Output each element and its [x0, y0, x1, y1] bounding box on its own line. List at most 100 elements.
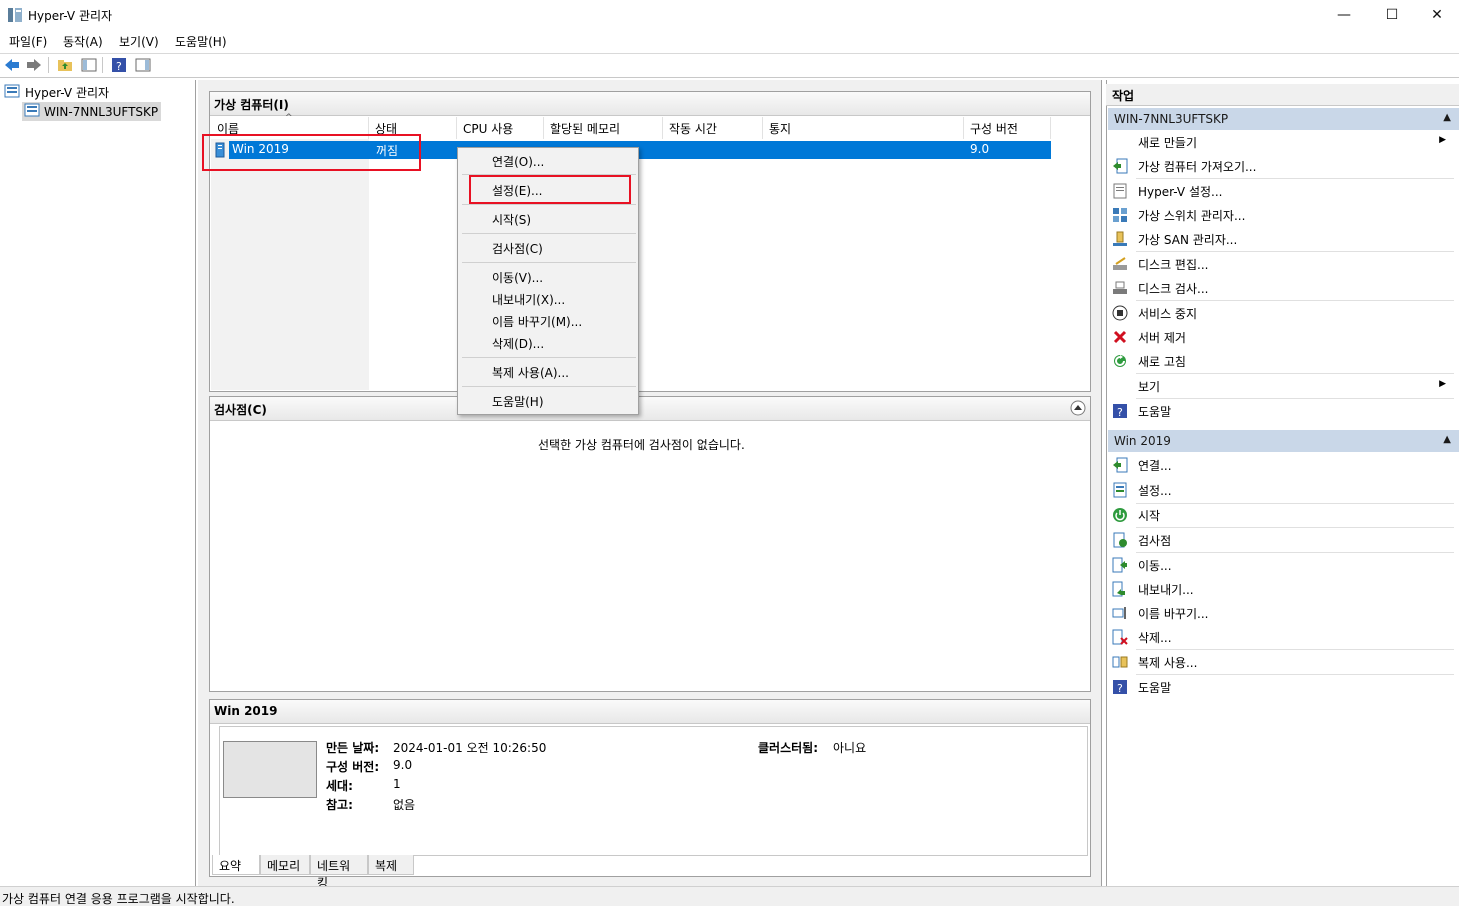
help-icon: ? [1112, 679, 1128, 695]
action-remove-server[interactable]: 서버 제거 [1112, 326, 1452, 348]
close-button[interactable]: ✕ [1414, 0, 1459, 30]
ctx-replication[interactable]: 복제 사용(A)... [492, 364, 569, 381]
action-checkpoint-label: 검사점 [1138, 533, 1172, 548]
tab-memory[interactable]: 메모리 [260, 855, 310, 875]
tab-summary[interactable]: 요약 [212, 855, 260, 875]
tab-replication[interactable]: 복제 [368, 855, 414, 875]
action-inspect-disk-label: 디스크 검사... [1138, 281, 1209, 296]
action-new-label: 새로 만들기 [1138, 135, 1198, 150]
menu-file[interactable]: 파일(F) [9, 33, 47, 50]
column-status[interactable]: 통지 [763, 117, 964, 139]
ctx-connect[interactable]: 연결(O)... [492, 153, 544, 170]
column-config-version[interactable]: 구성 버전 [964, 117, 1051, 139]
action-refresh[interactable]: 새로 고침 [1112, 350, 1452, 372]
generation-value: 1 [393, 777, 401, 791]
vm-section-label: Win 2019 [1114, 434, 1171, 448]
action-delete[interactable]: 삭제... [1112, 626, 1452, 648]
ctx-checkpoint[interactable]: 검사점(C) [492, 240, 543, 257]
action-new[interactable]: 새로 만들기 ▶ [1112, 131, 1452, 153]
sort-ascending-icon: ^ [285, 113, 293, 123]
collapse-arrow-icon: ▲ [1443, 112, 1451, 123]
action-replication-label: 복제 사용... [1138, 655, 1198, 670]
tree-root-hyper-v-manager[interactable]: Hyper-V 관리자 [4, 84, 109, 101]
action-view-label: 보기 [1138, 379, 1161, 394]
action-hyperv-settings[interactable]: Hyper-V 설정... [1112, 180, 1452, 202]
ctx-export[interactable]: 내보내기(X)... [492, 291, 565, 308]
collapse-arrow-icon: ▲ [1443, 434, 1451, 445]
action-start-label: 시작 [1138, 508, 1161, 523]
action-connect[interactable]: 연결... [1112, 454, 1452, 476]
show-hide-console-tree-icon[interactable] [80, 56, 98, 74]
action-import-label: 가상 컴퓨터 가져오기... [1138, 159, 1257, 174]
action-rename-label: 이름 바꾸기... [1138, 606, 1209, 621]
action-separator [1136, 251, 1454, 252]
ctx-delete[interactable]: 삭제(D)... [492, 335, 544, 352]
vm-row-version: 9.0 [970, 142, 990, 156]
inspect-disk-icon [1112, 280, 1128, 296]
tab-networking[interactable]: 네트워킹 [310, 855, 368, 890]
name-column-shade [211, 139, 369, 390]
minimize-button[interactable]: — [1321, 0, 1367, 30]
action-help-server[interactable]: ? 도움말 [1112, 400, 1452, 422]
hyper-v-manager-icon [4, 84, 20, 101]
help-icon[interactable]: ? [110, 56, 128, 74]
ctx-help[interactable]: 도움말(H) [492, 393, 544, 410]
menu-help[interactable]: 도움말(H) [175, 33, 227, 50]
show-hide-action-pane-icon[interactable] [134, 56, 152, 74]
back-icon[interactable] [3, 56, 21, 74]
column-uptime[interactable]: 작동 시간 [663, 117, 763, 139]
action-edit-disk[interactable]: 디스크 편집... [1112, 253, 1452, 275]
toolbar [0, 53, 1459, 78]
action-help-vm-label: 도움말 [1138, 680, 1172, 695]
remove-x-icon [1112, 329, 1128, 345]
action-view[interactable]: 보기 ▶ [1112, 375, 1452, 397]
ctx-separator [462, 204, 636, 205]
ctx-start[interactable]: 시작(S) [492, 211, 531, 228]
action-inspect-disk[interactable]: 디스크 검사... [1112, 277, 1452, 299]
action-switch-label: 가상 스위치 관리자... [1138, 208, 1246, 223]
menu-view[interactable]: 보기(V) [119, 33, 159, 50]
created-label: 만든 날짜: [326, 741, 380, 755]
action-replication[interactable]: 복제 사용... [1112, 651, 1452, 673]
action-san-manager[interactable]: 가상 SAN 관리자... [1112, 228, 1452, 250]
action-separator [1136, 373, 1454, 374]
column-cpu[interactable]: CPU 사용 [457, 117, 544, 139]
blank-icon [1112, 134, 1128, 150]
action-rename[interactable]: 이름 바꾸기... [1112, 602, 1452, 624]
action-stop-service[interactable]: 서비스 중지 [1112, 302, 1452, 324]
maximize-button[interactable]: ☐ [1369, 0, 1415, 30]
replication-icon [1112, 654, 1128, 670]
action-hv-settings-label: Hyper-V 설정... [1138, 184, 1223, 199]
action-checkpoint[interactable]: 검사점 [1112, 529, 1452, 551]
action-separator [1136, 674, 1454, 675]
notes-value: 없음 [393, 798, 416, 812]
tree-item-server[interactable]: WIN-7NNL3UFTSKP [22, 102, 162, 121]
action-settings[interactable]: 설정... [1112, 479, 1452, 501]
vm-actions-header[interactable]: Win 2019 ▲ [1108, 430, 1459, 452]
ctx-separator [462, 233, 636, 234]
action-help-vm[interactable]: ? 도움말 [1112, 676, 1452, 698]
action-move[interactable]: 이동... [1112, 554, 1452, 576]
ctx-separator [462, 262, 636, 263]
action-switch-manager[interactable]: 가상 스위치 관리자... [1112, 204, 1452, 226]
title-bar [0, 0, 1459, 30]
action-delete-label: 삭제... [1138, 630, 1172, 645]
forward-icon[interactable] [25, 56, 43, 74]
import-vm-icon [1112, 158, 1128, 174]
ctx-rename[interactable]: 이름 바꾸기(M)... [492, 313, 582, 330]
ctx-move[interactable]: 이동(V)... [492, 269, 543, 286]
collapse-checkpoints-icon[interactable] [1070, 400, 1086, 419]
action-start[interactable]: 시작 [1112, 504, 1452, 526]
column-memory[interactable]: 할당된 메모리 [544, 117, 663, 139]
up-folder-icon[interactable] [56, 56, 74, 74]
refresh-icon [1112, 353, 1128, 369]
vm-panel-title: 가상 컴퓨터(I) [210, 92, 1090, 116]
connect-icon [1112, 457, 1128, 473]
server-actions-header[interactable]: WIN-7NNL3UFTSKP ▲ [1108, 108, 1459, 130]
action-export[interactable]: 내보내기... [1112, 578, 1452, 600]
action-separator [1136, 300, 1454, 301]
action-import-vm[interactable]: 가상 컴퓨터 가져오기... [1112, 155, 1452, 177]
hyper-v-app-icon [7, 7, 23, 23]
rename-icon [1112, 605, 1128, 621]
menu-action[interactable]: 동작(A) [63, 33, 103, 50]
